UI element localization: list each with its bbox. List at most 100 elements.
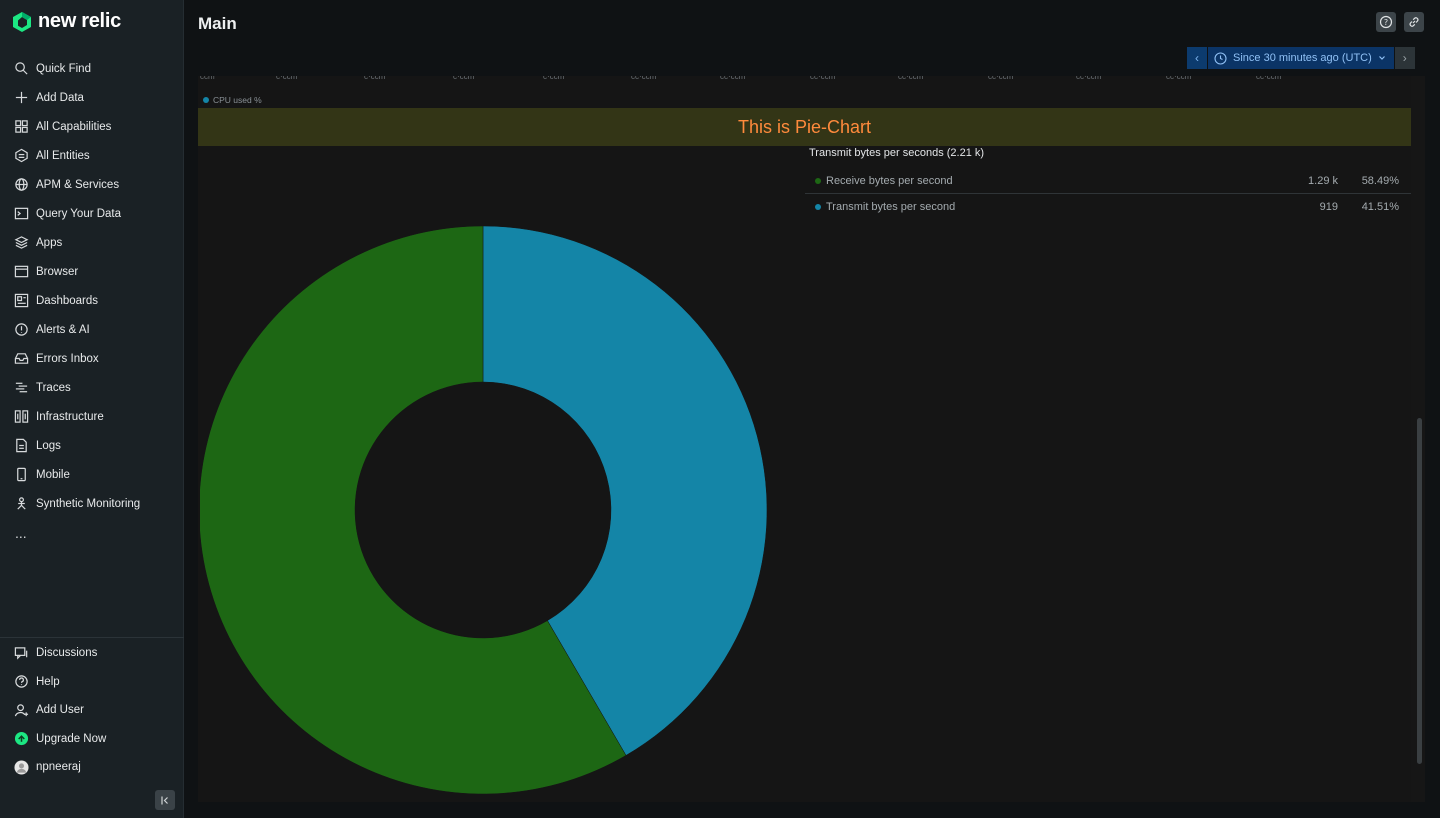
time-range-label: Since 30 minutes ago (UTC) bbox=[1233, 52, 1372, 64]
sidebar: new relic Quick Find Add Data All Capabili… bbox=[0, 0, 184, 818]
panel-scrollbar[interactable] bbox=[1411, 76, 1425, 802]
more-menu-button[interactable]: ... bbox=[0, 518, 184, 547]
new-relic-logo-icon bbox=[13, 11, 31, 32]
sidebar-item-label: Logs bbox=[36, 439, 61, 452]
slice-name: Receive bytes per second bbox=[805, 175, 1258, 187]
traces-icon bbox=[13, 380, 29, 396]
help-icon: ? bbox=[1379, 15, 1393, 29]
sidebar-item-label: Alerts & AI bbox=[36, 323, 90, 336]
pie-chart bbox=[200, 226, 768, 795]
slice-label: Transmit bytes per second bbox=[826, 201, 956, 213]
slice-percent: 41.51% bbox=[1361, 201, 1399, 213]
slice-value: 1.29 k bbox=[1308, 174, 1338, 187]
sidebar-item-label: All Entities bbox=[36, 149, 90, 162]
slice-percent: 58.49% bbox=[1361, 174, 1399, 187]
previous-chart-axis-remnant: ccm c·ccm c·ccm c·ccm c·ccm cc·ccm cc·ccm cc·… bbox=[200, 76, 1282, 81]
chevron-down-icon bbox=[1378, 56, 1385, 60]
time-next-button[interactable]: › bbox=[1394, 47, 1415, 69]
sidebar-item-label: Upgrade Now bbox=[36, 732, 107, 745]
widget-banner: This is Pie-Chart bbox=[198, 108, 1411, 146]
synthetic-icon bbox=[13, 496, 29, 512]
bottom-nav: Discussions Help Add User Upgrade Now npneer… bbox=[0, 637, 184, 782]
sidebar-item-label: APM & Services bbox=[36, 178, 120, 191]
sidebar-item-quick-find[interactable]: Quick Find bbox=[0, 54, 184, 83]
time-picker: ‹ Since 30 minutes ago (UTC) › bbox=[1187, 47, 1415, 69]
sidebar-item-upgrade-now[interactable]: Upgrade Now bbox=[0, 725, 184, 754]
sidebar-item-synthetic-monitoring[interactable]: Synthetic Monitoring bbox=[0, 489, 184, 518]
globe-icon bbox=[13, 177, 29, 193]
pie-table-row[interactable]: Transmit bytes per second 919 41.51% bbox=[805, 194, 1411, 220]
sidebar-item-label: Add Data bbox=[36, 91, 84, 104]
upgrade-icon bbox=[13, 731, 29, 747]
slice-color-dot bbox=[815, 204, 821, 210]
sidebar-item-label: npneeraj bbox=[36, 761, 81, 774]
sidebar-item-label: All Capabilities bbox=[36, 120, 112, 133]
sidebar-item-label: Browser bbox=[36, 265, 79, 278]
time-range-selector[interactable]: Since 30 minutes ago (UTC) bbox=[1208, 47, 1394, 69]
avatar-icon bbox=[13, 759, 29, 775]
slice-color-dot bbox=[815, 177, 821, 184]
scrollbar-thumb[interactable] bbox=[1417, 418, 1422, 764]
share-link-button[interactable] bbox=[1404, 12, 1424, 32]
help-button[interactable]: ? bbox=[1376, 12, 1396, 32]
link-icon bbox=[1409, 17, 1419, 27]
sidebar-item-all-capabilities[interactable]: All Capabilities bbox=[0, 112, 184, 141]
sidebar-item-label: Discussions bbox=[36, 647, 98, 660]
sidebar-item-traces[interactable]: Traces bbox=[0, 373, 184, 402]
logs-icon bbox=[13, 438, 29, 454]
sidebar-item-label: Apps bbox=[36, 236, 63, 249]
infrastructure-icon bbox=[13, 409, 29, 425]
alert-icon bbox=[13, 322, 29, 338]
help-icon bbox=[13, 674, 29, 690]
browser-icon bbox=[13, 264, 29, 280]
sidebar-item-label: Mobile bbox=[36, 468, 70, 481]
cpu-legend: CPU used % bbox=[203, 95, 262, 105]
slice-name: Transmit bytes per second bbox=[805, 201, 1258, 213]
sidebar-item-label: Add User bbox=[36, 704, 84, 717]
sidebar-item-query-your-data[interactable]: Query Your Data bbox=[0, 199, 184, 228]
new-relic-logo[interactable]: new relic bbox=[12, 10, 121, 33]
sidebar-item-errors-inbox[interactable]: Errors Inbox bbox=[0, 344, 184, 373]
sidebar-item-label: Traces bbox=[36, 381, 71, 394]
mobile-icon bbox=[13, 467, 29, 483]
slice-value: 919 bbox=[1319, 201, 1338, 213]
main-nav: Quick Find Add Data All Capabilities All En… bbox=[0, 54, 184, 547]
sidebar-item-help[interactable]: Help bbox=[0, 668, 184, 697]
plus-icon bbox=[13, 90, 29, 106]
sidebar-item-npneeraj[interactable]: npneeraj bbox=[0, 753, 184, 782]
collapse-sidebar-button[interactable] bbox=[155, 790, 175, 810]
sidebar-item-label: Infrastructure bbox=[36, 410, 104, 423]
discussions-icon bbox=[13, 645, 29, 661]
svg-text:?: ? bbox=[1384, 18, 1388, 27]
grid-icon bbox=[13, 119, 29, 135]
cpu-legend-dot bbox=[203, 97, 209, 103]
add-user-icon bbox=[13, 702, 29, 718]
sidebar-item-all-entities[interactable]: All Entities bbox=[0, 141, 184, 170]
slice-label: Receive bytes per second bbox=[826, 174, 953, 187]
layers-icon bbox=[13, 235, 29, 251]
inbox-icon bbox=[13, 351, 29, 367]
sidebar-item-infrastructure[interactable]: Infrastructure bbox=[0, 402, 184, 431]
dashboard-icon bbox=[13, 293, 29, 309]
sidebar-item-apps[interactable]: Apps bbox=[0, 228, 184, 257]
sidebar-item-label: Quick Find bbox=[36, 62, 91, 75]
brand-name: new relic bbox=[38, 10, 121, 32]
search-icon bbox=[13, 61, 29, 77]
sidebar-item-mobile[interactable]: Mobile bbox=[0, 460, 184, 489]
sidebar-item-add-data[interactable]: Add Data bbox=[0, 83, 184, 112]
sidebar-item-alerts-ai[interactable]: Alerts & AI bbox=[0, 315, 184, 344]
sidebar-item-logs[interactable]: Logs bbox=[0, 431, 184, 460]
sidebar-item-dashboards[interactable]: Dashboards bbox=[0, 286, 184, 315]
widget-banner-text: This is Pie-Chart bbox=[737, 116, 872, 137]
sidebar-item-label: Synthetic Monitoring bbox=[36, 497, 141, 510]
sidebar-item-discussions[interactable]: Discussions bbox=[0, 639, 184, 668]
sidebar-item-browser[interactable]: Browser bbox=[0, 257, 184, 286]
hexagon-icon bbox=[13, 148, 29, 164]
time-prev-button[interactable]: ‹ bbox=[1187, 47, 1207, 69]
dashboard-panel: ccm c·ccm c·ccm c·ccm c·ccm cc·ccm cc·ccm cc·… bbox=[198, 76, 1425, 802]
pie-table-title: Transmit bytes per seconds (2.21 k) bbox=[809, 147, 985, 159]
sidebar-item-apm-services[interactable]: APM & Services bbox=[0, 170, 184, 199]
pie-table-row[interactable]: Receive bytes per second 1.29 k 58.49% bbox=[805, 168, 1411, 194]
sidebar-item-label: Help bbox=[36, 675, 60, 688]
sidebar-item-add-user[interactable]: Add User bbox=[0, 696, 184, 725]
